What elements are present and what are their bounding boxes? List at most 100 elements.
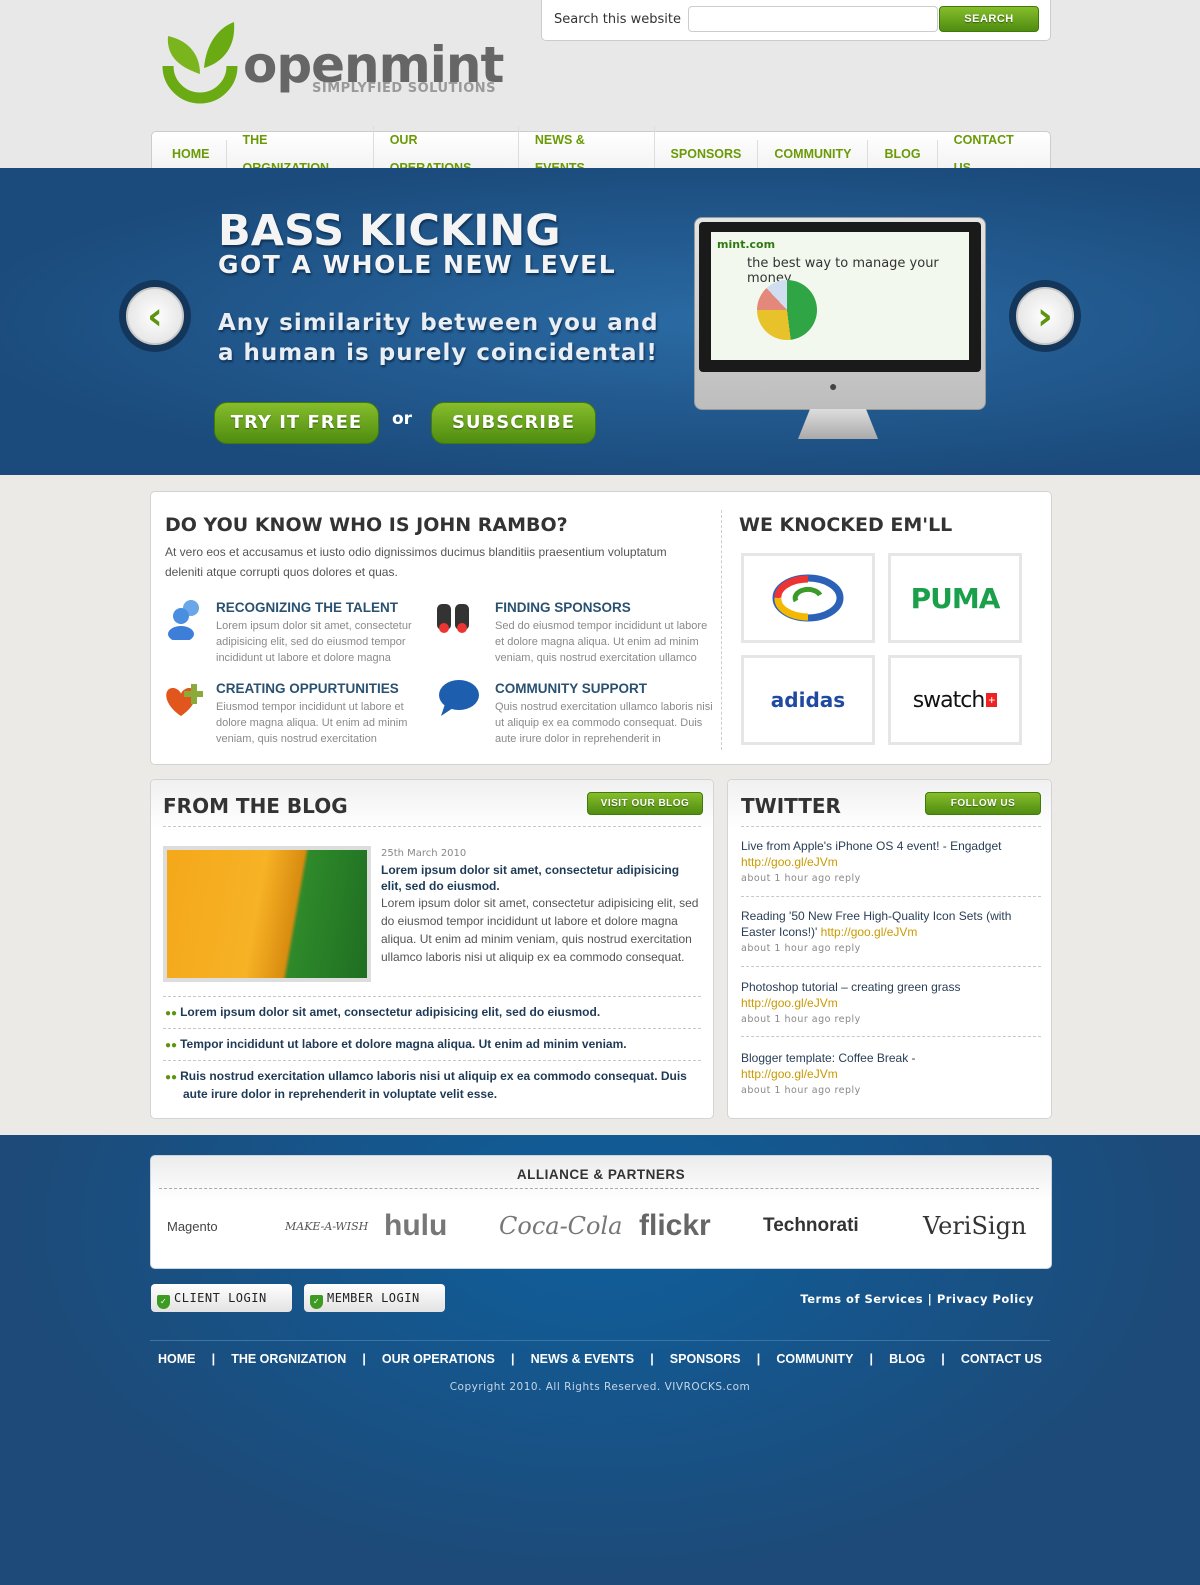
tweet-link[interactable]: http://goo.gl/eJVm — [821, 925, 918, 939]
search-label: Search this website — [554, 12, 682, 27]
blog-link-text[interactable]: Tempor incididunt ut labore et dolore ma… — [180, 1037, 627, 1051]
tweet-link[interactable]: http://goo.gl/eJVm — [741, 996, 838, 1010]
footer-nav: HOME | THE ORGNIZATION | OUR OPERATIONS | N… — [150, 1352, 1050, 1366]
divider — [741, 966, 1041, 967]
try-it-free-button[interactable]: TRY IT FREE — [214, 402, 379, 444]
about-intro: At vero eos et accusamus et iusto odio d… — [165, 545, 667, 579]
prev-slide-button[interactable]: ‹ — [119, 280, 191, 352]
divider — [163, 826, 701, 827]
header: openmint SIMPLYFIED SOLUTIONS Search thi… — [0, 0, 1200, 182]
knocked-title: WE KNOCKED EM'LL — [739, 514, 953, 536]
next-slide-button[interactable]: › — [1009, 280, 1081, 352]
circle-sponsor-logo-icon — [772, 574, 844, 622]
copyright: Copyright 2010. All Rights Reserved. VIV… — [449, 1381, 751, 1393]
screen-pie-chart — [757, 280, 817, 340]
openmint-leaf-logo-icon — [162, 22, 238, 104]
tweet-text: Blogger template: Coffee Break - — [741, 1051, 916, 1065]
footer-nav-blog[interactable]: BLOG — [889, 1352, 925, 1366]
footer: ALLIANCE & PARTNERS Magento MAKE-A-WISH … — [0, 1135, 1200, 1585]
footer-nav-contact[interactable]: CONTACT US — [961, 1352, 1042, 1366]
bullet-icon: ●● — [165, 1072, 178, 1083]
partner-logo-verisign[interactable]: VeriSign — [923, 1206, 1026, 1246]
separator: | — [511, 1352, 515, 1366]
separator: | — [362, 1352, 366, 1366]
blog-section: FROM THE BLOG VISIT OUR BLOG 25th March … — [150, 779, 714, 1119]
tweet: Live from Apple's iPhone OS 4 event! - E… — [741, 838, 1036, 884]
nav-blog[interactable]: BLOG — [868, 139, 938, 168]
footer-nav-organization[interactable]: THE ORGNIZATION — [231, 1352, 346, 1366]
blog-post-image[interactable] — [163, 846, 371, 982]
tweet: Reading '50 New Free High-Quality Icon S… — [741, 908, 1036, 954]
shield-check-icon: ✓ — [157, 1295, 170, 1309]
twitter-section: TWITTER FOLLOW US Live from Apple's iPho… — [727, 779, 1052, 1119]
search-button[interactable]: SEARCH — [939, 6, 1039, 32]
divider — [163, 1060, 701, 1061]
sponsor-logo-tile[interactable] — [741, 553, 875, 643]
tweet-meta[interactable]: about 1 hour ago reply — [741, 1014, 1036, 1025]
users-icon — [168, 600, 199, 640]
tweet-text: Photoshop tutorial – creating green gras… — [741, 980, 961, 994]
tweet: Blogger template: Coffee Break - http://g… — [741, 1050, 1036, 1096]
twitter-title: TWITTER — [741, 794, 841, 818]
footer-nav-news-events[interactable]: NEWS & EVENTS — [531, 1352, 635, 1366]
partner-logo-coca-cola[interactable]: Coca-Cola — [499, 1206, 622, 1246]
search-input[interactable] — [688, 6, 938, 32]
tweet-meta[interactable]: about 1 hour ago reply — [741, 873, 1036, 884]
monitor-stand — [798, 409, 878, 439]
footer-nav-community[interactable]: COMMUNITY — [776, 1352, 853, 1366]
partner-logo-magento[interactable]: Magento — [167, 1206, 218, 1246]
divider — [741, 1036, 1041, 1037]
blog-post-title[interactable]: Lorem ipsum dolor sit amet, consectetur … — [381, 862, 701, 894]
footer-nav-sponsors[interactable]: SPONSORS — [670, 1352, 741, 1366]
nav-home[interactable]: HOME — [156, 139, 227, 168]
separator: | — [927, 1292, 933, 1306]
privacy-link[interactable]: Privacy Policy — [937, 1292, 1034, 1306]
shield-check-icon: ✓ — [310, 1295, 323, 1309]
apple-logo-icon: ● — [829, 378, 838, 394]
nav-community[interactable]: COMMUNITY — [758, 139, 869, 168]
monitor-image: mint.com the best way to manage your mon… — [694, 217, 986, 410]
nav-sponsors[interactable]: SPONSORS — [655, 139, 759, 168]
footer-nav-operations[interactable]: OUR OPERATIONS — [382, 1352, 495, 1366]
about-section: DO YOU KNOW WHO IS JOHN RAMBO? At vero e… — [150, 491, 1052, 765]
adidas-logo: adidas — [770, 688, 846, 712]
chevron-right-icon: › — [1016, 287, 1074, 345]
partner-logo-make-a-wish[interactable]: MAKE-A-WISH — [285, 1206, 368, 1246]
sponsor-logo-tile[interactable]: PUMA — [888, 553, 1022, 643]
blog-link-text[interactable]: Ruis nostrud exercitation ullamco labori… — [180, 1069, 687, 1101]
separator: | — [756, 1352, 761, 1366]
bullet-icon: ●● — [165, 1040, 178, 1051]
divider — [159, 1188, 1039, 1189]
hero-tagline: Any similarity between you and a human i… — [218, 310, 659, 366]
footer-nav-home[interactable]: HOME — [158, 1352, 196, 1366]
chevron-left-icon: ‹ — [126, 287, 184, 345]
hero-subtitle: GOT A WHOLE NEW LEVEL — [218, 250, 617, 279]
blog-post-date: 25th March 2010 — [381, 848, 467, 859]
subscribe-button[interactable]: SUBSCRIBE — [431, 402, 596, 444]
sponsor-logo-tile[interactable]: swatch + — [888, 655, 1022, 745]
follow-us-button[interactable]: FOLLOW US — [925, 792, 1041, 815]
blog-link-item[interactable]: ●● Lorem ipsum dolor sit amet, consectetu… — [165, 1004, 705, 1022]
partners-panel: ALLIANCE & PARTNERS Magento MAKE-A-WISH … — [150, 1155, 1052, 1269]
blog-post-text: Lorem ipsum dolor sit amet, consectetur … — [381, 896, 699, 964]
partner-logo-hulu[interactable]: hulu — [384, 1206, 447, 1246]
tweet-meta[interactable]: about 1 hour ago reply — [741, 943, 1036, 954]
tweet-link[interactable]: http://goo.gl/eJVm — [741, 1067, 838, 1081]
sponsor-logo-tile[interactable]: adidas — [741, 655, 875, 745]
blog-link-text[interactable]: Lorem ipsum dolor sit amet, consectetur … — [180, 1005, 600, 1019]
partner-logo-technorati[interactable]: Technorati — [763, 1206, 859, 1246]
separator: | — [941, 1352, 945, 1366]
visit-blog-button[interactable]: VISIT OUR BLOG — [587, 792, 703, 815]
blog-link-item[interactable]: ●● Ruis nostrud exercitation ullamco labo… — [165, 1068, 701, 1102]
blog-link-item[interactable]: ●● Tempor incididunt ut labore et dolore … — [165, 1036, 705, 1054]
tweet-link[interactable]: http://goo.gl/eJVm — [741, 855, 838, 869]
feature-title: FINDING SPONSORS — [495, 600, 631, 615]
puma-logo: PUMA — [910, 581, 1001, 615]
tweet-meta[interactable]: about 1 hour ago reply — [741, 1085, 1036, 1096]
hero-title: BASS KICKING — [218, 206, 561, 256]
terms-link[interactable]: Terms of Services — [800, 1292, 923, 1306]
client-login-button[interactable]: ✓ CLIENT LOGIN — [151, 1284, 292, 1312]
feature-text: Sed do eiusmod tempor incididunt ut labo… — [495, 620, 708, 664]
partner-logo-flickr[interactable]: flickr — [639, 1206, 711, 1246]
member-login-button[interactable]: ✓ MEMBER LOGIN — [304, 1284, 445, 1312]
